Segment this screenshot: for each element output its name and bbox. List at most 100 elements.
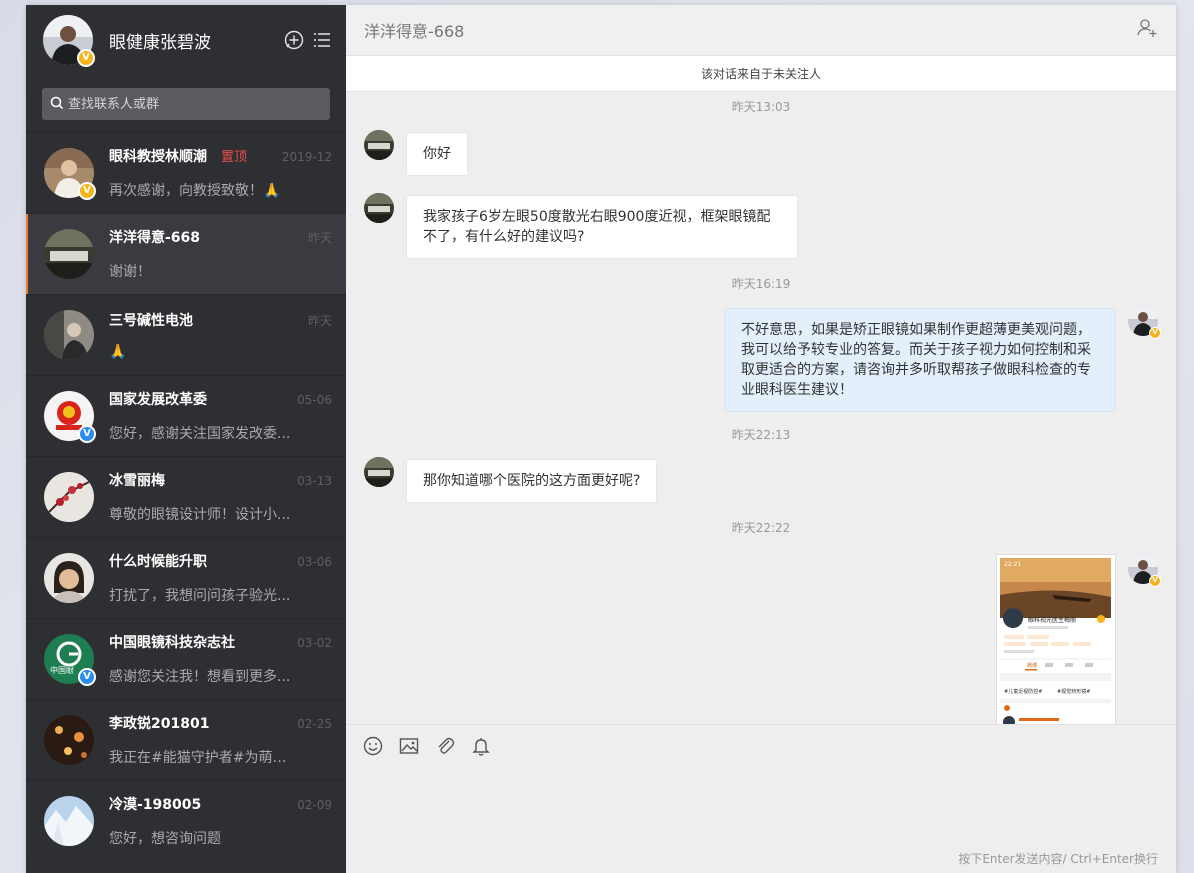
bell-icon[interactable] (470, 735, 492, 757)
image-tag-2: #视觉矫形镜# (1057, 688, 1090, 695)
notice-bar: 该对话来自于未关注人 (346, 56, 1176, 92)
last-message: 您好，想咨询问题 (109, 831, 221, 847)
conversation-time: 02-09 (297, 798, 332, 812)
last-message: 尊敬的眼镜设计师！设计小... (109, 507, 291, 523)
contact-avatar: 中国眼 V (44, 634, 96, 686)
timestamp: 昨天22:22 (731, 521, 791, 535)
contact-name: 冰雪丽梅 (109, 473, 165, 489)
contact-avatar (44, 229, 94, 279)
message-outgoing: 不好意思，如果是矫正眼镜如果制作更超薄更美观问题，我可以给予较专业的答复。而关于… (364, 306, 1161, 412)
image-tag-1: #儿童近视防控# (1004, 688, 1042, 695)
message-incoming: 那你知道哪个医院的这方面更好呢? (364, 457, 1158, 503)
sender-avatar[interactable] (364, 130, 394, 160)
last-message: 🙏 (109, 344, 127, 360)
message-area: 昨天13:03 你好 我家孩子6岁左眼50度散光右眼900度近视，框架眼镜配不了… (346, 92, 1176, 724)
contact-avatar (44, 796, 94, 846)
image-tab: 微博 (1027, 662, 1037, 669)
sidebar: V 眼健康张碧波 查找联系人或群 V 眼科教授林顺潮 置顶 2019-12 再次… (26, 5, 346, 873)
conversation-time: 昨天 (307, 231, 332, 245)
contact-name: 冷漠-198005 (109, 797, 202, 813)
timestamp: 昨天22:13 (731, 428, 791, 442)
message-bubble: 不好意思，如果是矫正眼镜如果制作更超薄更美观问题，我可以给予较专业的答复。而关于… (724, 308, 1116, 412)
conversation-item[interactable]: 什么时候能升职 03-06 打扰了，我想问问孩子验光... (26, 537, 346, 618)
conversation-time: 05-06 (297, 393, 332, 407)
user-name: 眼健康张碧波 (109, 32, 211, 53)
contact-name: 洋洋得意-668 (109, 230, 201, 246)
message-outgoing-image: 22:21 眼科视光医生梅丽 微博 #儿童近视防控# #视觉矫形镜# V (364, 554, 1161, 724)
conversation-list: V 眼科教授林顺潮 置顶 2019-12 再次感谢，向教授致敬！🙏 洋洋得意-6… (26, 132, 346, 873)
conversation-time: 03-02 (297, 636, 332, 650)
profile-header: V 眼健康张碧波 (26, 5, 346, 75)
emoji-icon[interactable] (362, 735, 384, 757)
search-icon (50, 95, 64, 114)
conversation-item-active[interactable]: 洋洋得意-668 昨天 谢谢！ (26, 213, 346, 294)
conversation-item[interactable]: V 国家发展改革委 05-06 您好，感谢关注国家发改委... (26, 375, 346, 456)
message-incoming: 你好 (364, 130, 1158, 176)
conversation-item[interactable]: 三号碱性电池 昨天 🙏 (26, 294, 346, 375)
contact-avatar (44, 310, 94, 360)
conversation-item[interactable]: V 眼科教授林顺潮 置顶 2019-12 再次感谢，向教授致敬！🙏 (26, 132, 346, 213)
last-message: 再次感谢，向教授致敬！🙏 (109, 183, 281, 199)
timestamp: 昨天16:19 (731, 277, 791, 291)
conversation-item[interactable]: 中国眼 V 中国眼镜科技杂志社 03-02 感谢您关注我！想看到更多... (26, 618, 346, 699)
user-avatar[interactable]: V (43, 15, 95, 67)
app-window: V 眼健康张碧波 查找联系人或群 V 眼科教授林顺潮 置顶 2019-12 再次… (26, 5, 1176, 873)
contact-avatar (44, 715, 94, 765)
message-bubble: 我家孩子6岁左眼50度散光右眼900度近视，框架眼镜配不了，有什么好的建议吗? (406, 195, 798, 259)
contact-name: 中国眼镜科技杂志社 (109, 635, 235, 651)
composer[interactable]: 按下Enter发送内容/ Ctrl+Enter换行 (346, 724, 1176, 873)
contact-avatar: V (44, 391, 96, 443)
pinned-label: 置顶 (221, 150, 248, 165)
chat-header: 洋洋得意-668 (346, 5, 1176, 56)
timestamp: 昨天13:03 (731, 100, 791, 114)
add-contact-icon[interactable] (1136, 17, 1158, 43)
verified-badge-icon: V (1149, 327, 1161, 339)
contact-name: 三号碱性电池 (109, 313, 193, 329)
sender-avatar[interactable] (364, 457, 394, 487)
verified-badge-icon: V (77, 49, 95, 67)
last-message: 谢谢！ (109, 264, 151, 280)
verified-badge-icon: V (78, 425, 96, 443)
message-incoming: 我家孩子6岁左眼50度散光右眼900度近视，框架眼镜配不了，有什么好的建议吗? (364, 193, 1158, 259)
conversation-time: 2019-12 (281, 150, 332, 164)
conversation-item[interactable]: 冷漠-198005 02-09 您好，想咨询问题 (26, 780, 346, 861)
conversation-time: 昨天 (307, 314, 332, 328)
message-bubble: 那你知道哪个医院的这方面更好呢? (406, 459, 658, 503)
last-message: 打扰了，我想问问孩子验光... (109, 588, 291, 604)
attachment-icon[interactable] (434, 735, 456, 757)
chat-title: 洋洋得意-668 (364, 22, 465, 41)
verified-badge-icon: V (78, 182, 96, 200)
image-icon[interactable] (398, 735, 420, 757)
conversation-time: 02-25 (297, 717, 332, 731)
send-hint: 按下Enter发送内容/ Ctrl+Enter换行 (958, 852, 1158, 866)
last-message: 您好，感谢关注国家发改委... (109, 426, 291, 442)
contact-avatar (44, 472, 94, 522)
image-attachment[interactable]: 22:21 眼科视光医生梅丽 微博 #儿童近视防控# #视觉矫形镜# (996, 554, 1116, 724)
conversation-time: 03-13 (297, 474, 332, 488)
self-avatar[interactable]: V (1128, 554, 1161, 587)
last-message: 我正在#能猫守护者#为萌萌... (109, 750, 299, 766)
conversation-time: 03-06 (297, 555, 332, 569)
contact-avatar (44, 553, 94, 603)
last-message: 感谢您关注我！想看到更多... (109, 669, 291, 685)
contact-name: 眼科教授林顺潮 (109, 149, 207, 165)
sender-avatar[interactable] (364, 193, 394, 223)
menu-list-icon[interactable] (312, 30, 332, 50)
svg-text:中国眼: 中国眼 (50, 665, 74, 675)
contact-name: 什么时候能升职 (109, 554, 207, 570)
message-bubble: 你好 (406, 132, 468, 176)
conversation-item[interactable]: 李政锐201801 02-25 我正在#能猫守护者#为萌萌... (26, 699, 346, 780)
verified-badge-icon: V (78, 668, 96, 686)
search-input[interactable] (68, 96, 322, 112)
search-box[interactable] (42, 88, 330, 120)
chat-panel: 洋洋得意-668 该对话来自于未关注人 昨天13:03 你好 我家孩子6岁左眼5… (346, 5, 1176, 873)
self-avatar[interactable]: V (1128, 306, 1161, 339)
image-time: 22:21 (1004, 561, 1021, 568)
conversation-item[interactable]: 冰雪丽梅 03-13 尊敬的眼镜设计师！设计小... (26, 456, 346, 537)
contact-name: 李政锐201801 (109, 716, 210, 732)
contact-avatar: V (44, 148, 96, 200)
new-chat-icon[interactable] (284, 30, 304, 50)
image-profile-name: 眼科视光医生梅丽 (1028, 616, 1076, 624)
contact-name: 国家发展改革委 (109, 392, 207, 408)
verified-badge-icon: V (1149, 575, 1161, 587)
